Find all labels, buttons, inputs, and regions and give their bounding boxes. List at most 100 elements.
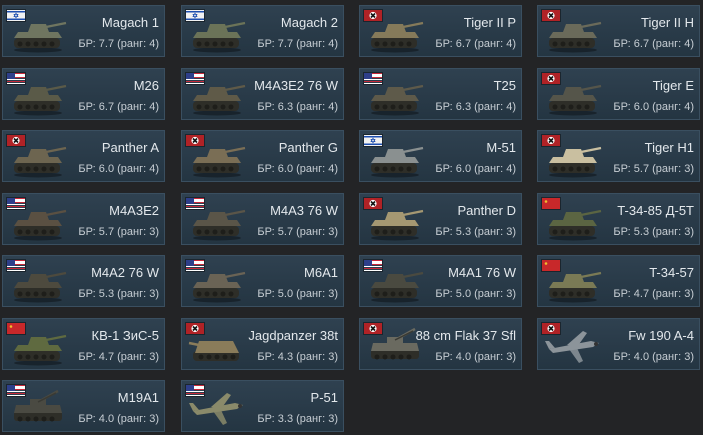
battle-rating: БР: 6.7 (ранг: 4): [613, 38, 694, 50]
vehicle-card[interactable]: M4A1 76 W БР: 5.0 (ранг: 3): [359, 255, 522, 307]
battle-rating: БР: 6.3 (ранг: 4): [435, 101, 516, 113]
flag-germany-icon: [185, 322, 205, 335]
vehicle-card[interactable]: Tiger E БР: 6.0 (ранг: 4): [537, 68, 700, 120]
battle-rating: БР: 4.3 (ранг: 3): [257, 351, 338, 363]
vehicle-name: M19A1: [117, 390, 159, 405]
battle-rating: БР: 4.0 (ранг: 3): [613, 351, 694, 363]
vehicle-name: M26: [133, 78, 159, 93]
battle-rating: БР: 4.0 (ранг: 3): [435, 351, 516, 363]
flag-usa-icon: [6, 384, 26, 397]
vehicle-name: M4A3E2 76 W: [254, 78, 338, 93]
flag-germany-icon: [185, 134, 205, 147]
flag-germany-icon: [541, 322, 561, 335]
vehicle-grid: Magach 1 БР: 7.7 (ранг: 4) Magach 2 БР: 7.…: [0, 0, 703, 435]
vehicle-card[interactable]: T-34-85 Д-5Т БР: 5.3 (ранг: 3): [537, 193, 700, 245]
vehicle-name: Tiger H1: [644, 140, 694, 155]
vehicle-card[interactable]: Magach 1 БР: 7.7 (ранг: 4): [2, 5, 165, 57]
flag-israel-icon: [363, 134, 383, 147]
vehicle-card[interactable]: M6A1 БР: 5.0 (ранг: 3): [181, 255, 344, 307]
vehicle-card[interactable]: M-51 БР: 6.0 (ранг: 4): [359, 130, 522, 182]
battle-rating: БР: 5.3 (ранг: 3): [435, 226, 516, 238]
vehicle-card[interactable]: Fw 190 A-4 БР: 4.0 (ранг: 3): [537, 318, 700, 370]
battle-rating: БР: 4.7 (ранг: 3): [613, 288, 694, 300]
vehicle-name: P-51: [310, 390, 338, 405]
battle-rating: БР: 4.7 (ранг: 3): [78, 351, 159, 363]
battle-rating: БР: 5.0 (ранг: 3): [257, 288, 338, 300]
vehicle-name: M6A1: [304, 265, 338, 280]
vehicle-name: КВ-1 ЗиС-5: [91, 328, 159, 343]
flag-germany-icon: [541, 9, 561, 22]
vehicle-name: M4A2 76 W: [91, 265, 159, 280]
flag-germany-icon: [541, 72, 561, 85]
flag-usa-icon: [185, 259, 205, 272]
vehicle-name: T25: [493, 78, 516, 93]
battle-rating: БР: 6.0 (ранг: 4): [613, 101, 694, 113]
flag-germany-icon: [363, 197, 383, 210]
vehicle-name: M4A3 76 W: [270, 203, 338, 218]
vehicle-card[interactable]: M4A3 76 W БР: 5.7 (ранг: 3): [181, 193, 344, 245]
battle-rating: БР: 5.7 (ранг: 3): [613, 163, 694, 175]
vehicle-card[interactable]: КВ-1 ЗиС-5 БР: 4.7 (ранг: 3): [2, 318, 165, 370]
battle-rating: БР: 6.3 (ранг: 4): [257, 101, 338, 113]
battle-rating: БР: 3.3 (ранг: 3): [257, 413, 338, 425]
battle-rating: БР: 6.0 (ранг: 4): [78, 163, 159, 175]
battle-rating: БР: 5.7 (ранг: 3): [78, 226, 159, 238]
flag-usa-icon: [185, 384, 205, 397]
flag-usa-icon: [363, 259, 383, 272]
vehicle-name: M-51: [486, 140, 516, 155]
vehicle-card[interactable]: T25 БР: 6.3 (ранг: 4): [359, 68, 522, 120]
battle-rating: БР: 7.7 (ранг: 4): [257, 38, 338, 50]
vehicle-card[interactable]: Panther D БР: 5.3 (ранг: 3): [359, 193, 522, 245]
vehicle-name: Tiger E: [652, 78, 694, 93]
flag-germany-icon: [363, 9, 383, 22]
vehicle-name: M4A3E2: [109, 203, 159, 218]
flag-ussr-icon: [6, 322, 26, 335]
vehicle-name: 88 cm Flak 37 Sfl: [415, 328, 516, 343]
vehicle-name: Fw 190 A-4: [628, 328, 694, 343]
flag-ussr-icon: [541, 259, 561, 272]
flag-usa-icon: [6, 259, 26, 272]
vehicle-card[interactable]: Tiger H1 БР: 5.7 (ранг: 3): [537, 130, 700, 182]
flag-usa-icon: [185, 72, 205, 85]
vehicle-card[interactable]: Panther A БР: 6.0 (ранг: 4): [2, 130, 165, 182]
vehicle-card[interactable]: Tiger II P БР: 6.7 (ранг: 4): [359, 5, 522, 57]
vehicle-name: T-34-57: [649, 265, 694, 280]
vehicle-card[interactable]: M19A1 БР: 4.0 (ранг: 3): [2, 380, 165, 432]
vehicle-name: Tiger II H: [641, 15, 694, 30]
vehicle-card[interactable]: Jagdpanzer 38t БР: 4.3 (ранг: 3): [181, 318, 344, 370]
battle-rating: БР: 5.3 (ранг: 3): [78, 288, 159, 300]
flag-israel-icon: [6, 9, 26, 22]
battle-rating: БР: 5.3 (ранг: 3): [613, 226, 694, 238]
vehicle-card[interactable]: 88 cm Flak 37 Sfl БР: 4.0 (ранг: 3): [359, 318, 522, 370]
vehicle-name: Magach 2: [280, 15, 338, 30]
vehicle-name: Panther A: [101, 140, 159, 155]
vehicle-name: Panther G: [278, 140, 338, 155]
battle-rating: БР: 6.0 (ранг: 4): [257, 163, 338, 175]
vehicle-card[interactable]: Tiger II H БР: 6.7 (ранг: 4): [537, 5, 700, 57]
vehicle-card[interactable]: M4A3E2 БР: 5.7 (ранг: 3): [2, 193, 165, 245]
flag-usa-icon: [363, 72, 383, 85]
vehicle-card[interactable]: M4A2 76 W БР: 5.3 (ранг: 3): [2, 255, 165, 307]
flag-ussr-icon: [541, 197, 561, 210]
vehicle-name: M4A1 76 W: [448, 265, 516, 280]
vehicle-name: T-34-85 Д-5Т: [617, 203, 694, 218]
flag-germany-icon: [363, 322, 383, 335]
battle-rating: БР: 5.7 (ранг: 3): [257, 226, 338, 238]
battle-rating: БР: 5.0 (ранг: 3): [435, 288, 516, 300]
flag-germany-icon: [541, 134, 561, 147]
flag-israel-icon: [185, 9, 205, 22]
battle-rating: БР: 6.7 (ранг: 4): [78, 101, 159, 113]
battle-rating: БР: 4.0 (ранг: 3): [78, 413, 159, 425]
vehicle-card[interactable]: Panther G БР: 6.0 (ранг: 4): [181, 130, 344, 182]
vehicle-name: Magach 1: [101, 15, 159, 30]
vehicle-name: Tiger II P: [463, 15, 516, 30]
vehicle-card[interactable]: P-51 БР: 3.3 (ранг: 3): [181, 380, 344, 432]
vehicle-card[interactable]: M4A3E2 76 W БР: 6.3 (ранг: 4): [181, 68, 344, 120]
vehicle-card[interactable]: T-34-57 БР: 4.7 (ранг: 3): [537, 255, 700, 307]
battle-rating: БР: 7.7 (ранг: 4): [78, 38, 159, 50]
vehicle-card[interactable]: M26 БР: 6.7 (ранг: 4): [2, 68, 165, 120]
vehicle-name: Jagdpanzer 38t: [248, 328, 338, 343]
flag-usa-icon: [6, 197, 26, 210]
flag-germany-icon: [6, 134, 26, 147]
vehicle-card[interactable]: Magach 2 БР: 7.7 (ранг: 4): [181, 5, 344, 57]
